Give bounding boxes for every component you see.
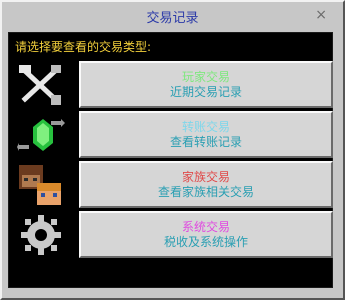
- transfer-trade-button[interactable]: 转账交易 查看转账记录: [79, 111, 333, 158]
- option-row-transfer-trade: 转账交易 查看转账记录: [11, 111, 333, 158]
- transfer-trade-title: 转账交易: [181, 119, 230, 134]
- system-trade-subtitle: 税收及系统操作: [163, 234, 248, 249]
- option-row-system-trade: 系统交易 税收及系统操作: [11, 211, 333, 258]
- option-row-family-trade: 家族交易 查看家族相关交易: [11, 161, 333, 208]
- family-heads-icon: [17, 163, 65, 207]
- trade-type-panel: 请选择要查看的交易类型: 玩家交易 近期交易记录 转账交易 查看转账记录 家族交…: [8, 32, 333, 288]
- window-title: 交易记录: [146, 10, 199, 26]
- player-trade-subtitle: 近期交易记录: [169, 84, 242, 99]
- system-trade-button[interactable]: 系统交易 税收及系统操作: [79, 211, 333, 258]
- player-trade-button[interactable]: 玩家交易 近期交易记录: [79, 61, 333, 108]
- close-icon[interactable]: ×: [315, 7, 327, 23]
- family-trade-title: 家族交易: [181, 169, 230, 184]
- family-trade-button[interactable]: 家族交易 查看家族相关交易: [79, 161, 333, 208]
- system-trade-title: 系统交易: [181, 219, 230, 234]
- select-prompt: 请选择要查看的交易类型:: [15, 40, 152, 54]
- emerald-icon: [17, 113, 65, 157]
- transfer-trade-subtitle: 查看转账记录: [169, 134, 242, 149]
- option-row-player-trade: 玩家交易 近期交易记录: [11, 61, 333, 108]
- wrench-icon: [17, 63, 65, 107]
- player-trade-title: 玩家交易: [181, 69, 230, 84]
- gear-icon: [17, 213, 65, 257]
- title-bar: 交易记录 ×: [2, 2, 343, 30]
- family-trade-subtitle: 查看家族相关交易: [157, 184, 254, 199]
- trade-records-window: 交易记录 × 请选择要查看的交易类型: 玩家交易 近期交易记录 转账交易 查看转…: [0, 0, 345, 300]
